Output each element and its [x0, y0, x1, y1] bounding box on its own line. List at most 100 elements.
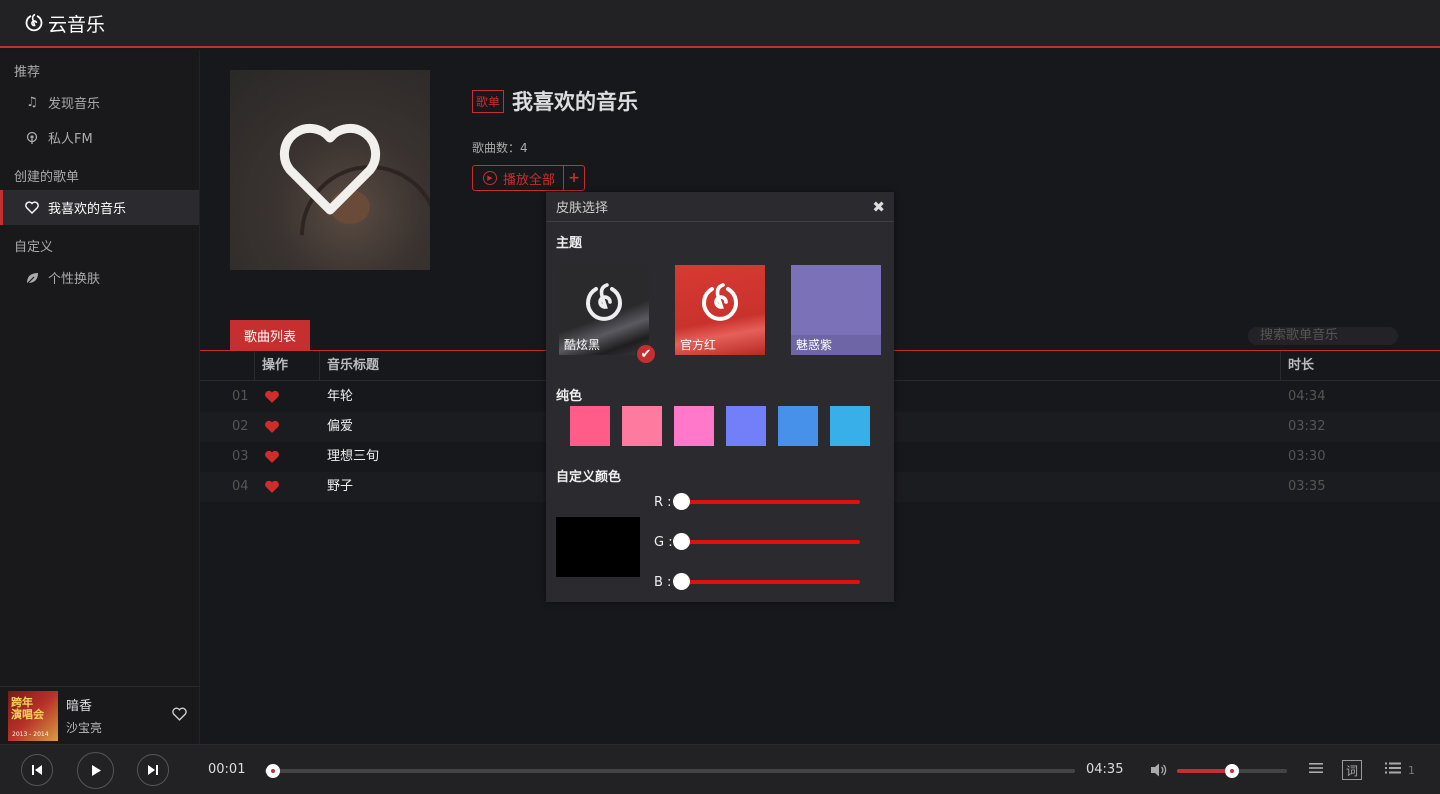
track-title: 年轮: [327, 389, 354, 404]
track-title: 理想三旬: [327, 449, 380, 464]
now-playing-artist: 沙宝亮: [66, 721, 103, 735]
slider-track[interactable]: [673, 573, 860, 590]
player-bar: 00:01 04:35 词 1: [0, 744, 1440, 794]
slider-handle[interactable]: [673, 573, 690, 590]
volume-slider[interactable]: [1177, 764, 1287, 778]
heart-icon: [279, 123, 381, 215]
cover-title: 跨年 演唱会: [11, 695, 44, 721]
next-button[interactable]: [137, 754, 169, 786]
close-icon[interactable]: ✖: [872, 198, 885, 216]
skin-dialog-header: 皮肤选择 ✖: [546, 192, 894, 222]
sidebar-item-liked-music[interactable]: 我喜欢的音乐: [0, 190, 199, 225]
track-number: 01: [232, 389, 249, 404]
playlist-icon[interactable]: [1384, 761, 1402, 779]
track-number: 02: [232, 419, 249, 434]
add-to-queue-button[interactable]: +: [564, 170, 584, 186]
like-heart-icon[interactable]: [172, 707, 187, 725]
theme-label: 魅惑紫: [791, 335, 881, 355]
track-number: 04: [232, 479, 249, 494]
playlist-title: 我喜欢的音乐: [512, 90, 638, 114]
selected-check-icon: ✔: [635, 343, 657, 365]
app-title: 云音乐: [48, 13, 106, 36]
solid-color-swatch[interactable]: [778, 406, 818, 446]
music-note-icon: ♫: [26, 95, 38, 110]
current-time: 00:01: [208, 762, 246, 777]
solid-color-swatch[interactable]: [622, 406, 662, 446]
volume-fill: [1177, 769, 1232, 773]
play-all-label: 播放全部: [503, 172, 556, 188]
sidebar-item-label: 私人FM: [48, 132, 93, 147]
slider-track[interactable]: [673, 493, 860, 510]
tab-song-list[interactable]: 歌曲列表: [230, 320, 310, 350]
progress-handle[interactable]: [266, 764, 281, 778]
now-playing-title: 暗香: [66, 699, 93, 714]
play-all-button[interactable]: ▶ 播放全部: [473, 166, 565, 190]
previous-button[interactable]: [21, 754, 53, 786]
cover-year: 2013 - 2014: [12, 730, 49, 738]
playlist-count: 1: [1408, 764, 1415, 777]
leaf-icon: [24, 270, 40, 286]
now-playing-info: 暗香 沙宝亮: [66, 695, 172, 736]
track-duration: 03:30: [1288, 449, 1326, 464]
skin-dialog: 皮肤选择 ✖ 主题 酷炫黑 官方红 魅惑紫 ✔ 纯色 自定义颜色 R : G :: [546, 192, 894, 602]
netease-logo-icon: [702, 283, 738, 321]
skip-back-icon: [32, 765, 42, 775]
column-duration: 时长: [1280, 351, 1440, 381]
search-input[interactable]: 搜索歌单音乐: [1248, 327, 1398, 345]
netease-logo-icon: [586, 283, 622, 321]
theme-official-red[interactable]: 官方红: [675, 265, 765, 355]
liked-heart-icon[interactable]: [264, 420, 280, 434]
solid-color-swatch[interactable]: [570, 406, 610, 446]
custom-section-title: 自定义颜色: [556, 470, 622, 485]
skin-dialog-title: 皮肤选择: [556, 201, 609, 216]
sidebar-group-created: 创建的歌单: [14, 170, 80, 185]
now-playing-cover[interactable]: 跨年 演唱会 2013 - 2014: [8, 690, 58, 741]
custom-color-preview: [556, 517, 640, 577]
theme-section-title: 主题: [556, 236, 583, 251]
volume-handle[interactable]: [1225, 764, 1239, 778]
playlist-cover: [230, 70, 430, 270]
slider-green: G :: [654, 532, 874, 552]
slider-handle[interactable]: [673, 493, 690, 510]
sidebar: 推荐 ♫ 发现音乐 私人FM 创建的歌单 我喜欢的音乐 自定义 个性换肤: [0, 50, 200, 686]
liked-heart-icon[interactable]: [264, 390, 280, 404]
slider-blue: B :: [654, 572, 874, 592]
sidebar-item-label: 我喜欢的音乐: [48, 202, 127, 217]
playlist-badge: 歌单: [472, 90, 505, 113]
theme-charm-purple[interactable]: 魅惑紫: [791, 265, 881, 355]
solid-color-swatch[interactable]: [726, 406, 766, 446]
progress-bar[interactable]: [265, 764, 1075, 778]
column-action: 操作: [254, 351, 319, 381]
track-title: 野子: [327, 479, 354, 494]
slider-handle[interactable]: [673, 533, 690, 550]
total-time: 04:35: [1086, 762, 1124, 777]
solid-section-title: 纯色: [556, 389, 583, 404]
radio-icon: [24, 130, 40, 146]
play-mode-icon[interactable]: [1308, 761, 1324, 779]
slider-red: R :: [654, 492, 874, 512]
theme-cool-black[interactable]: 酷炫黑: [559, 265, 649, 355]
sidebar-group-custom: 自定义: [14, 240, 54, 255]
track-number: 03: [232, 449, 249, 464]
sidebar-item-label: 个性换肤: [48, 272, 101, 287]
solid-color-swatch[interactable]: [674, 406, 714, 446]
sidebar-item-discover[interactable]: ♫ 发现音乐: [0, 85, 199, 120]
lyrics-icon[interactable]: 词: [1342, 760, 1362, 780]
solid-color-swatch[interactable]: [830, 406, 870, 446]
track-duration: 03:32: [1288, 419, 1326, 434]
sidebar-item-fm[interactable]: 私人FM: [0, 120, 199, 155]
play-icon: ▶: [483, 171, 497, 185]
skip-forward-icon: [148, 765, 158, 775]
slider-track[interactable]: [673, 533, 860, 550]
volume-icon[interactable]: [1150, 762, 1168, 778]
track-title: 偏爱: [327, 419, 354, 434]
liked-heart-icon[interactable]: [264, 480, 280, 494]
liked-heart-icon[interactable]: [264, 450, 280, 464]
play-all-group: ▶ 播放全部 +: [472, 165, 586, 191]
play-icon: [91, 765, 101, 776]
play-button[interactable]: [77, 752, 114, 789]
now-playing: 跨年 演唱会 2013 - 2014 暗香 沙宝亮: [0, 686, 200, 744]
heart-icon: [24, 200, 40, 216]
track-duration: 03:35: [1288, 479, 1326, 494]
sidebar-item-skin[interactable]: 个性换肤: [0, 260, 199, 295]
